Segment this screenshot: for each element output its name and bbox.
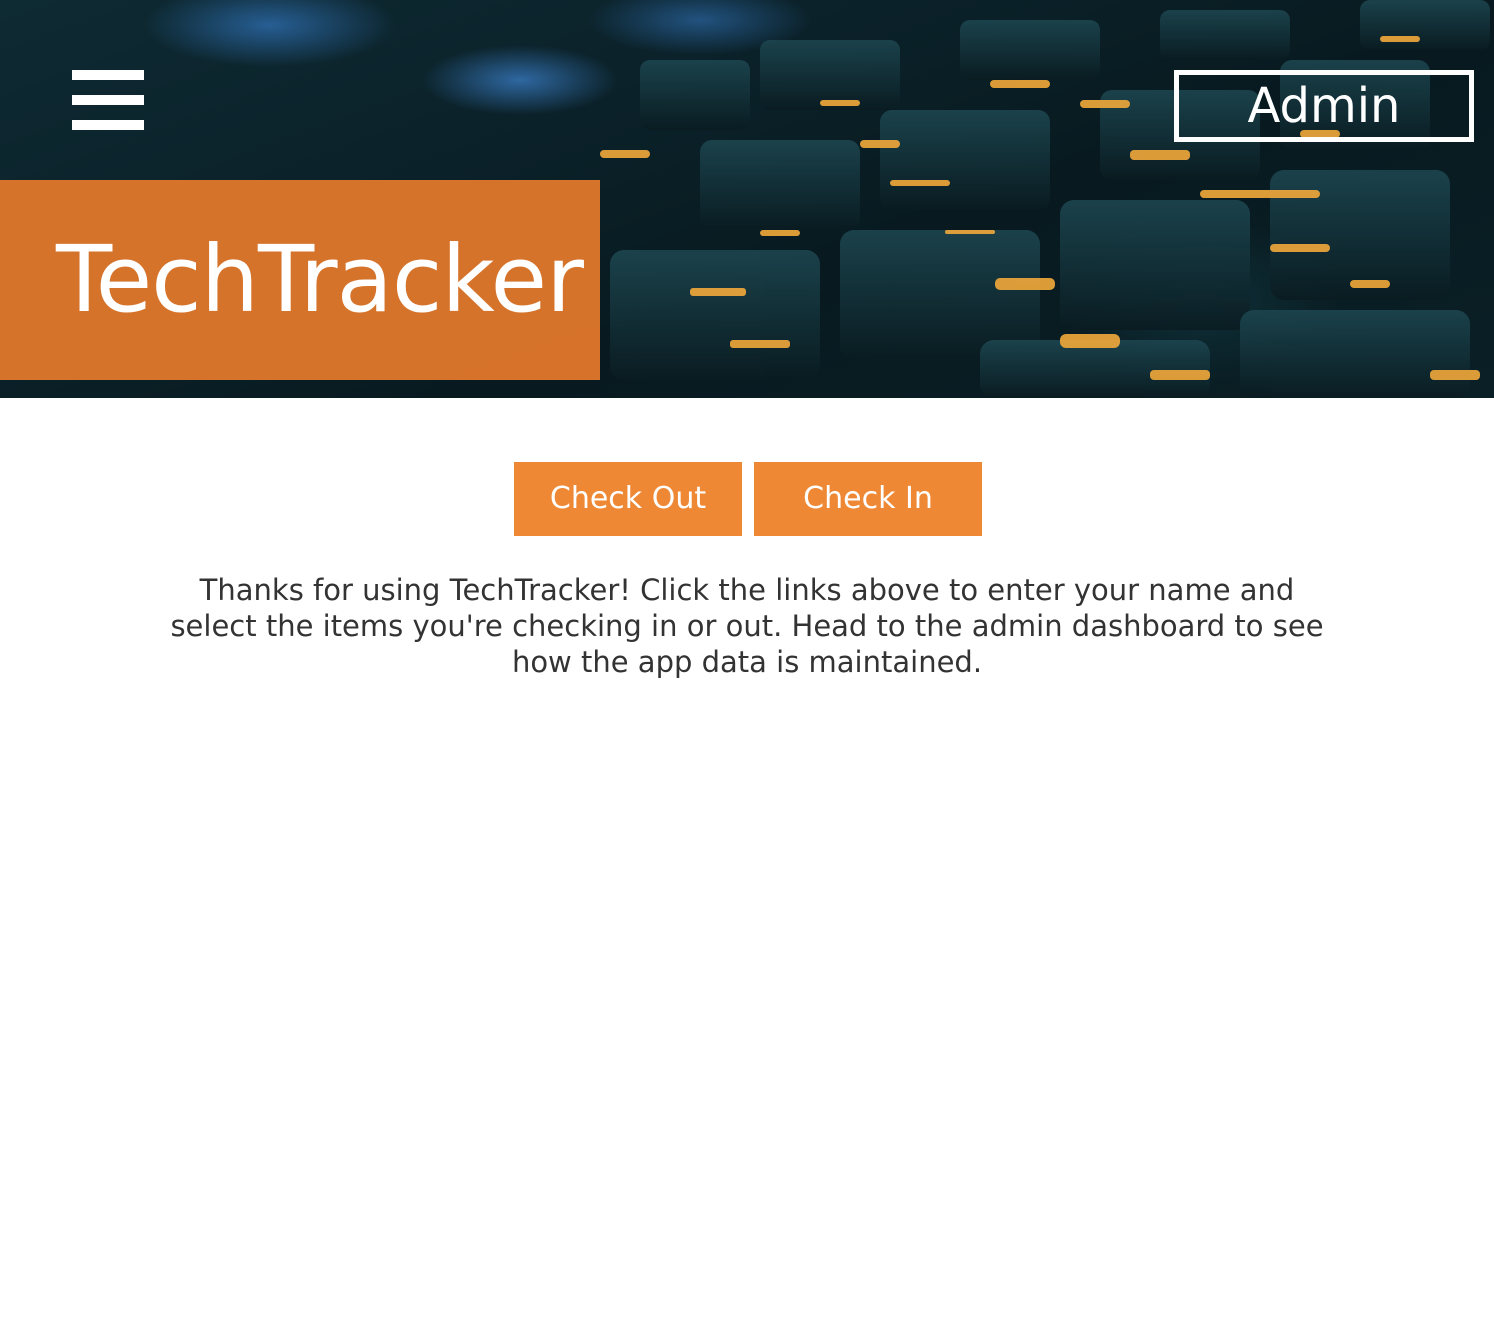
hero-banner: Admin TechTracker [0, 0, 1494, 398]
menu-bar-line [72, 120, 144, 130]
menu-bar-line [72, 70, 144, 80]
intro-text: Thanks for using TechTracker! Click the … [170, 573, 1324, 679]
check-in-button[interactable]: Check In [754, 462, 982, 536]
check-out-button[interactable]: Check Out [514, 462, 742, 536]
menu-bar-line [72, 95, 144, 105]
page-title: TechTracker [56, 226, 584, 333]
title-banner: TechTracker [0, 180, 600, 380]
hamburger-menu-icon[interactable] [72, 70, 144, 130]
admin-button[interactable]: Admin [1174, 70, 1474, 142]
action-buttons: Check Out Check In [514, 462, 982, 536]
